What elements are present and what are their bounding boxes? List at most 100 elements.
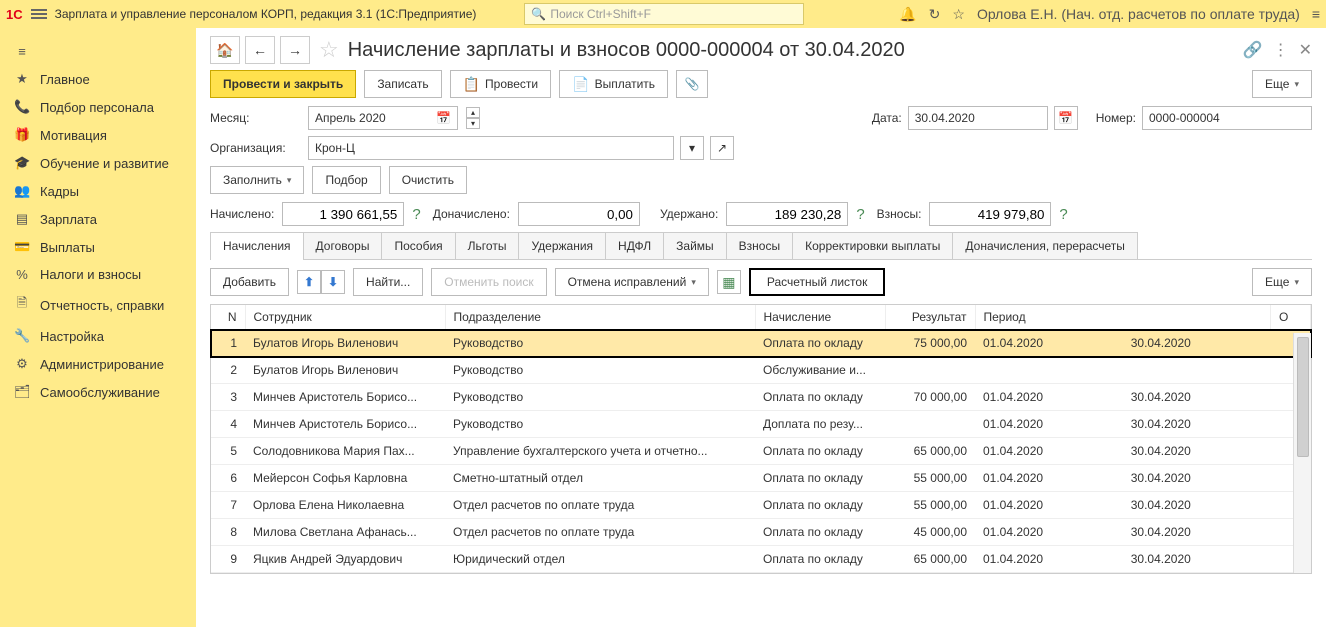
clear-button[interactable]: Очистить: [389, 166, 467, 194]
table-row[interactable]: 6Мейерсон Софья КарловнаСметно-штатный о…: [211, 465, 1311, 492]
btn-label: Найти...: [366, 275, 410, 289]
bell-icon[interactable]: 🔔: [899, 6, 916, 23]
org-open-button[interactable]: ↗: [710, 136, 734, 160]
tab-accruals[interactable]: Начисления: [210, 232, 304, 259]
org-dropdown-button[interactable]: ▾: [680, 136, 704, 160]
col-accrual[interactable]: Начисление: [755, 305, 885, 330]
col-period[interactable]: Период: [975, 305, 1271, 330]
help-icon[interactable]: ?: [412, 206, 420, 223]
help-icon[interactable]: ?: [856, 206, 864, 223]
btn-label: Отменить поиск: [444, 275, 533, 289]
sidebar-item-main[interactable]: ★Главное: [0, 65, 196, 93]
sidebar-item-admin[interactable]: ⚙Администрирование: [0, 350, 196, 378]
pick-button[interactable]: Подбор: [312, 166, 380, 194]
table-scrollbar[interactable]: [1293, 333, 1311, 573]
panel-icon[interactable]: ≡: [1312, 6, 1320, 22]
tab-loans[interactable]: Займы: [663, 232, 727, 259]
col-o[interactable]: О: [1271, 305, 1311, 330]
tab-ndfl[interactable]: НДФЛ: [605, 232, 664, 259]
col-employee[interactable]: Сотрудник: [245, 305, 445, 330]
sidebar-item-reports[interactable]: 🗎Отчетность, справки: [0, 288, 196, 322]
link-icon[interactable]: 🔗: [1243, 40, 1263, 60]
back-button[interactable]: ←: [245, 36, 275, 64]
sidebar-item-motivation[interactable]: 🎁Мотивация: [0, 121, 196, 149]
cap-icon: 🎓: [14, 155, 30, 171]
date-input[interactable]: 30.04.2020: [908, 106, 1048, 130]
table-row[interactable]: 9Яцкив Андрей ЭдуардовичЮридический отде…: [211, 546, 1311, 573]
sidebar-label: Обучение и развитие: [40, 156, 169, 171]
org-select[interactable]: Крон-Ц: [308, 136, 674, 160]
favorite-icon[interactable]: ☆: [319, 37, 339, 63]
home-button[interactable]: 🏠: [210, 36, 240, 64]
gear-icon: ⚙: [14, 356, 30, 372]
input-value: Апрель 2020: [315, 111, 386, 125]
add-button[interactable]: Добавить: [210, 268, 289, 296]
show-all-button[interactable]: ▦: [717, 270, 741, 294]
tab-contrib[interactable]: Взносы: [726, 232, 793, 259]
tab-corrections[interactable]: Корректировки выплаты: [792, 232, 953, 259]
tab-deductions[interactable]: Удержания: [518, 232, 606, 259]
tab-benefits[interactable]: Пособия: [381, 232, 455, 259]
global-search-input[interactable]: 🔍 Поиск Ctrl+Shift+F: [524, 3, 804, 25]
move-up-button[interactable]: ⬆: [297, 270, 321, 294]
extra-input[interactable]: [518, 202, 640, 226]
history-icon[interactable]: ↻: [929, 6, 941, 23]
calendar-icon[interactable]: 📅: [436, 111, 451, 125]
table-row[interactable]: 5Солодовникова Мария Пах...Управление бу…: [211, 438, 1311, 465]
contrib-label: Взносы:: [877, 207, 924, 221]
tab-privileges[interactable]: Льготы: [455, 232, 520, 259]
sidebar-item-recruit[interactable]: 📞Подбор персонала: [0, 93, 196, 121]
cancel-fix-button[interactable]: Отмена исправлений: [555, 268, 709, 296]
sidebar-toggle[interactable]: ≡: [0, 38, 196, 65]
table-row[interactable]: 1Булатов Игорь ВиленовичРуководствоОплат…: [211, 330, 1311, 357]
sidebar-item-self[interactable]: 🗂Самообслуживание: [0, 378, 196, 406]
help-icon[interactable]: ?: [1059, 206, 1067, 223]
sidebar-item-taxes[interactable]: %Налоги и взносы: [0, 261, 196, 288]
month-input[interactable]: Апрель 2020 📅: [308, 106, 458, 130]
table-row[interactable]: 2Булатов Игорь ВиленовичРуководствоОбслу…: [211, 357, 1311, 384]
col-n[interactable]: N: [211, 305, 245, 330]
tab-recalc[interactable]: Доначисления, перерасчеты: [952, 232, 1137, 259]
tab-contracts[interactable]: Договоры: [303, 232, 383, 259]
attach-button[interactable]: 📎: [676, 70, 708, 98]
month-spinner[interactable]: ▴▾: [466, 107, 480, 129]
post-button[interactable]: 📋Провести: [450, 70, 552, 98]
col-result[interactable]: Результат: [885, 305, 975, 330]
find-button[interactable]: Найти...: [353, 268, 423, 296]
date-picker-button[interactable]: 📅: [1054, 106, 1078, 130]
fill-button[interactable]: Заполнить: [210, 166, 304, 194]
sidebar-item-salary[interactable]: ▤Зарплата: [0, 205, 196, 233]
form-row-1: Месяц: Апрель 2020📅 ▴▾ Дата: 30.04.2020 …: [210, 106, 1312, 130]
table-more-button[interactable]: Еще: [1252, 268, 1312, 296]
more-icon[interactable]: ⋮: [1273, 40, 1289, 60]
btn-label: Провести и закрыть: [223, 77, 343, 91]
sidebar-item-hr[interactable]: 👥Кадры: [0, 177, 196, 205]
sidebar-item-settings[interactable]: 🔧Настройка: [0, 322, 196, 350]
forward-button[interactable]: →: [280, 36, 310, 64]
user-label[interactable]: Орлова Е.Н. (Нач. отд. расчетов по оплат…: [977, 6, 1300, 22]
pay-button[interactable]: 📄Выплатить: [559, 70, 668, 98]
save-button[interactable]: Записать: [364, 70, 441, 98]
post-close-button[interactable]: Провести и закрыть: [210, 70, 356, 98]
menu-icon[interactable]: [31, 7, 47, 21]
withheld-input[interactable]: [726, 202, 848, 226]
table-row[interactable]: 7Орлова Елена НиколаевнаОтдел расчетов п…: [211, 492, 1311, 519]
table-row[interactable]: 8Милова Светлана Афанась...Отдел расчето…: [211, 519, 1311, 546]
app-title: Зарплата и управление персоналом КОРП, р…: [55, 7, 477, 21]
close-icon[interactable]: ✕: [1299, 40, 1312, 60]
scroll-thumb[interactable]: [1297, 337, 1309, 457]
sidebar-item-payments[interactable]: 💳Выплаты: [0, 233, 196, 261]
payslip-button[interactable]: Расчетный листок: [749, 268, 885, 296]
col-department[interactable]: Подразделение: [445, 305, 755, 330]
star-icon[interactable]: ☆: [952, 6, 965, 23]
number-input[interactable]: 0000-000004: [1142, 106, 1312, 130]
tab-label: Взносы: [739, 239, 780, 253]
sidebar-item-training[interactable]: 🎓 Обучение и развитие: [0, 149, 196, 177]
table-row[interactable]: 3Минчев Аристотель Борисо...РуководствоО…: [211, 384, 1311, 411]
contrib-input[interactable]: [929, 202, 1051, 226]
table-row[interactable]: 4Минчев Аристотель Борисо...РуководствоД…: [211, 411, 1311, 438]
more-button[interactable]: Еще: [1252, 70, 1312, 98]
move-down-button[interactable]: ⬇: [321, 270, 345, 294]
tab-label: Корректировки выплаты: [805, 239, 940, 253]
accrued-input[interactable]: [282, 202, 404, 226]
